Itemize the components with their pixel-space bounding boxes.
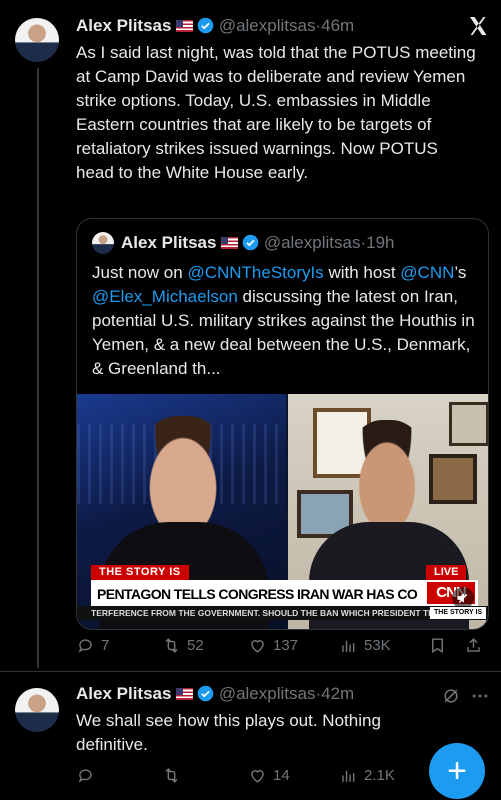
quoted-tweet[interactable]: Alex Plitsas @alexplitsas·19h Just now o…	[76, 218, 489, 630]
ticker-text: TERFERENCE FROM THE GOVERNMENT. SHOULD T…	[91, 608, 431, 618]
compose-button[interactable]: +	[429, 743, 485, 799]
like-count: 137	[273, 637, 299, 654]
us-flag-icon	[175, 20, 193, 32]
tweet-actions: 14 2.1K	[76, 766, 416, 790]
share-button[interactable]	[464, 636, 483, 655]
views-button[interactable]: 53K	[339, 636, 391, 655]
like-count: 14	[273, 767, 290, 784]
verified-badge-icon	[198, 17, 214, 34]
tweet-header: Alex Plitsas @alexplitsas·46m	[76, 16, 354, 36]
framed-photo	[429, 454, 477, 504]
repost-button[interactable]	[162, 766, 187, 785]
mention-link[interactable]: @CNN	[400, 263, 454, 282]
live-badge: LIVE	[426, 565, 467, 580]
quote-avatar	[92, 232, 114, 254]
quote-header: Alex Plitsas @alexplitsas·19h	[121, 233, 395, 253]
tweet-text: As I said last night, was told that the …	[76, 43, 476, 182]
repost-icon	[165, 638, 178, 653]
quote-timestamp: 19h	[366, 233, 395, 252]
divider	[0, 671, 501, 672]
close-icon[interactable]	[466, 14, 490, 38]
repost-icon	[165, 768, 178, 783]
quote-text-part: Just now on	[92, 263, 188, 282]
framed-photo	[449, 402, 488, 446]
views-count: 2.1K	[364, 767, 395, 784]
views-icon	[342, 770, 355, 782]
tweet-text: We shall see how this plays out. Nothing…	[76, 711, 381, 754]
like-button[interactable]: 14	[248, 766, 290, 785]
us-flag-icon	[220, 237, 238, 249]
views-button[interactable]: 2.1K	[339, 766, 395, 785]
reply-count: 7	[101, 637, 110, 654]
reply-icon	[78, 769, 92, 783]
us-flag-icon	[175, 688, 193, 700]
views-icon	[342, 640, 355, 652]
mention-link[interactable]: @Elex_Michaelson	[92, 287, 238, 306]
more-options-icon[interactable]	[470, 686, 490, 706]
host-figure	[135, 416, 231, 536]
repost-button[interactable]: 52	[162, 636, 204, 655]
quote-text-part: with host	[323, 263, 401, 282]
timestamp[interactable]: 46m	[321, 16, 354, 35]
repost-count: 52	[187, 637, 204, 654]
tweet-header: Alex Plitsas @alexplitsas·42m	[76, 684, 354, 704]
ticker-tag: THE STORY IS	[430, 607, 487, 619]
bookmark-icon	[432, 638, 443, 654]
quote-author-name: Alex Plitsas	[121, 233, 217, 252]
chyron-headline: PENTAGON TELLS CONGRESS IRAN WAR HAS COS…	[97, 586, 417, 602]
plus-icon: +	[447, 752, 467, 790]
thread-line	[37, 68, 39, 668]
guest-figure	[345, 420, 429, 528]
author-handle[interactable]: @alexplitsas	[219, 684, 316, 703]
avatar[interactable]	[15, 18, 59, 62]
author-name[interactable]: Alex Plitsas	[76, 16, 171, 35]
verified-badge-icon	[198, 685, 214, 702]
author-name[interactable]: Alex Plitsas	[76, 684, 171, 703]
grok-icon[interactable]	[441, 686, 461, 706]
timestamp[interactable]: 42m	[321, 684, 354, 703]
quote-text-part: ’s	[454, 263, 467, 282]
reply-icon	[78, 639, 92, 653]
tweet-actions: 7 52 137 53K	[76, 636, 488, 660]
quote-author-handle: @alexplitsas	[263, 233, 361, 252]
author-handle[interactable]: @alexplitsas	[219, 16, 316, 35]
views-count: 53K	[364, 637, 391, 654]
reply-button[interactable]	[76, 766, 101, 785]
bookmark-button[interactable]	[428, 636, 447, 655]
chyron-tag: THE STORY IS	[91, 565, 189, 580]
like-button[interactable]: 137	[248, 636, 298, 655]
avatar[interactable]	[15, 688, 59, 732]
mention-link[interactable]: @CNNTheStoryIs	[187, 263, 323, 282]
heart-icon	[251, 770, 264, 783]
quote-text: Just now on @CNNTheStoryIs with host @CN…	[92, 261, 477, 381]
heart-icon	[251, 640, 264, 653]
video-media[interactable]: THE STORY IS LIVE PENTAGON TELLS CONGRES…	[77, 394, 488, 629]
share-icon	[467, 638, 480, 652]
reply-button[interactable]: 7	[76, 636, 109, 655]
verified-badge-icon	[243, 234, 259, 251]
